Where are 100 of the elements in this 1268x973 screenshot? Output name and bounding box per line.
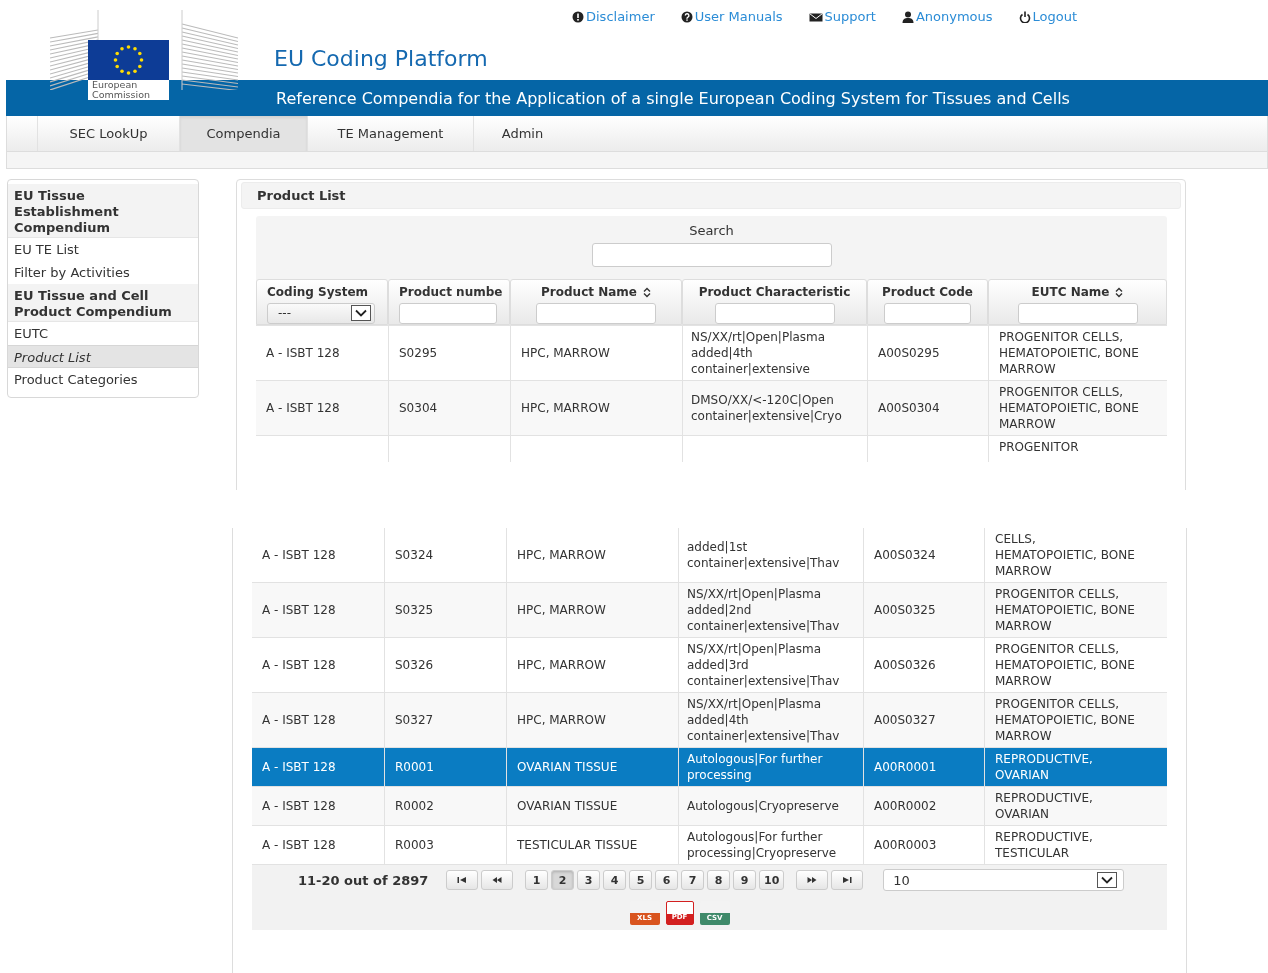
table-cell: PROGENITOR CELLS, HEMATOPOIETIC, BONE MARROW (999, 384, 1139, 432)
table-cell: A00S0327 (874, 712, 936, 728)
page-button[interactable]: 4 (603, 870, 626, 890)
search-field[interactable] (591, 243, 832, 267)
page-button[interactable]: 1 (525, 870, 548, 890)
power-icon (1018, 10, 1031, 23)
column-label: Product Code (882, 285, 973, 299)
page-button[interactable]: 8 (707, 870, 730, 890)
top-link[interactable]: Logout (1018, 5, 1078, 28)
table-cell-text: NS/XX/rt|Open|Plasma added|4th container|extensive (691, 329, 827, 377)
table-row[interactable]: A - ISBT 128 S0325 HPC, MARROW NS/XX/rt|Open|Plasma added|2nd container|extensive|Thav A00S0325 PROGENITOR CELLS, HEMATOPOIETIC, BONE MARROW (252, 582, 1167, 637)
table-cell: A - ISBT 128 (262, 759, 336, 775)
logo-text: Commission (92, 89, 150, 99)
column-label: Product Name (541, 285, 637, 299)
page-summary: 11-20 out of 2897 (298, 872, 430, 888)
table-cell: PROGENITOR CELLS, HEMATOPOIETIC, BONE MARROW (999, 329, 1139, 377)
table-row[interactable]: A - ISBT 128 S0327 HPC, MARROW NS/XX/rt|Open|Plasma added|4th container|extensive|Thav A00S0327 PROGENITOR CELLS, HEMATOPOIETIC, BONE MARROW (252, 692, 1167, 747)
table-cell-text: REPRODUCTIVE, TESTICULAR (995, 829, 1094, 861)
table-cell: OVARIAN TISSUE (517, 798, 618, 814)
top-link[interactable]: Disclaimer (572, 5, 655, 28)
logo-text: European (92, 80, 138, 90)
table-row[interactable]: A - ISBT 128 S0326 HPC, MARROW NS/XX/rt|Open|Plasma added|3rd container|extensive|Thav A00S0326 PROGENITOR CELLS, HEMATOPOIETIC, BONE MARROW (252, 637, 1167, 692)
filter-select[interactable]: --- (267, 302, 375, 324)
sidebar-heading: EU Tissue Establishment Compendium (8, 184, 198, 238)
column-label: Coding System (267, 284, 369, 299)
table-cell: A00S0295 (878, 345, 940, 361)
table-cell: HPC, MARROW (521, 400, 610, 416)
filter-field[interactable] (884, 303, 971, 324)
first-page-icon (457, 876, 467, 884)
previous-page-button[interactable] (481, 870, 513, 890)
table-cell-text: added|1st container|extensive|Thav (687, 539, 841, 571)
table-cell: S0325 (395, 602, 434, 618)
sort-icon[interactable] (1115, 286, 1124, 298)
table-cell: OVARIAN TISSUE (517, 759, 618, 775)
next-page-button[interactable] (796, 870, 829, 890)
table-cell-text: NS/XX/rt|Open|Plasma added|3rd container|extensive|Thav (687, 641, 841, 689)
sidebar-item[interactable]: Product List (8, 345, 198, 368)
page-button[interactable]: 6 (655, 870, 678, 890)
help-icon (680, 10, 693, 23)
page-button[interactable]: 2 (551, 870, 574, 890)
filter-field[interactable] (536, 303, 656, 324)
table-cell-text: Autologous|For further processing|Cryopreserve (687, 829, 838, 861)
table-row[interactable]: A - ISBT 128 S0304 HPC, MARROW DMSO/XX/<-120C|Open container|extensive|Cryo A00S0304 PROGENITOR CELLS, HEMATOPOIETIC, BONE MARROW (256, 380, 1167, 435)
nav-tab[interactable]: TE Management (307, 116, 473, 151)
table-cell: HPC, MARROW (517, 712, 606, 728)
table-cell-text: REPRODUCTIVE, OVARIAN (995, 751, 1094, 783)
table-cell: A - ISBT 128 (262, 712, 336, 728)
table-cell: PROGENITOR CELLS, HEMATOPOIETIC, BONE MARROW (995, 586, 1135, 634)
table-cell: A - ISBT 128 (262, 602, 336, 618)
filter-field[interactable] (399, 303, 497, 324)
sidebar-item[interactable]: EUTC (8, 322, 198, 345)
table-cell: S0304 (399, 400, 438, 416)
table-cell: A00S0324 (874, 547, 936, 563)
table-cell: PROGENITOR (999, 439, 1079, 455)
table-cell: R0003 (395, 837, 434, 853)
site-subtitle: Reference Compendia for the Application of a single European Coding System for Tissues and Cells (276, 88, 1070, 108)
page-button[interactable]: 10 (759, 870, 785, 890)
table-cell: PROGENITOR CELLS, HEMATOPOIETIC, BONE MARROW (995, 696, 1135, 744)
top-link[interactable]: Support (808, 5, 876, 28)
sort-icon[interactable] (642, 286, 651, 298)
previous-page-icon (492, 876, 502, 884)
table-row[interactable]: PROGENITOR (256, 435, 1167, 462)
table-row[interactable]: A - ISBT 128 S0295 HPC, MARROW NS/XX/rt|Open|Plasma added|4th container|extensive A00S0295 PROGENITOR CELLS, HEMATOPOIETIC, BONE MARROW (256, 325, 1167, 380)
table-cell: S0326 (395, 657, 434, 673)
first-page-button[interactable] (446, 870, 478, 890)
nav-tab[interactable]: Compendia (179, 116, 307, 151)
top-link[interactable]: Anonymous (901, 5, 993, 28)
page-button[interactable]: 5 (629, 870, 652, 890)
nav-tab[interactable]: Admin (473, 116, 571, 151)
sidebar-item[interactable]: Product Categories (8, 368, 198, 391)
top-link[interactable]: User Manuals (680, 5, 783, 28)
filter-field[interactable] (714, 303, 835, 324)
table-cell-text: DMSO/XX/<-120C|Open container|extensive|Cryo (691, 392, 843, 424)
page-size-select[interactable]: 10 (883, 869, 1125, 891)
table-cell: Autologous|Cryopreserve (687, 798, 839, 814)
table-cell: HPC, MARROW (517, 547, 606, 563)
alert-icon (572, 10, 584, 23)
table-cell: A00S0325 (874, 602, 936, 618)
page-button[interactable]: 3 (577, 870, 600, 890)
table-cell-text: NS/XX/rt|Open|Plasma added|2nd container|extensive|Thav (687, 586, 841, 634)
last-page-button[interactable] (831, 870, 864, 890)
table-cell: S0324 (395, 547, 434, 563)
table-cell-text: NS/XX/rt|Open|Plasma added|4th container|extensive|Thav (687, 696, 841, 744)
table-row[interactable]: A - ISBT 128 R0001 OVARIAN TISSUE Autologous|For further processing A00R0001 REPRODUCTIVE, OVARIAN (252, 747, 1167, 786)
filter-field[interactable] (1017, 303, 1138, 324)
page-button[interactable]: 9 (733, 870, 756, 890)
table-cell: HPC, MARROW (517, 657, 606, 673)
table-cell: TESTICULAR TISSUE (517, 837, 638, 853)
table-cell: A - ISBT 128 (262, 547, 336, 563)
table-row[interactable]: A - ISBT 128 R0003 TESTICULAR TISSUE Autologous|For further processing|Cryopreserve A00R0003 REPRODUCTIVE, TESTICULAR (252, 825, 1167, 864)
chevron-down-icon (1097, 872, 1118, 888)
page-button[interactable]: 7 (681, 870, 704, 890)
table-cell: HPC, MARROW (517, 602, 606, 618)
sidebar-item[interactable]: Filter by Activities (8, 261, 198, 284)
column-label: Product numbe (399, 285, 503, 299)
sidebar-item[interactable]: EU TE List (8, 238, 198, 261)
table-cell: A00R0001 (874, 759, 937, 775)
table-row[interactable]: A - ISBT 128 R0002 OVARIAN TISSUE Autologous|Cryopreserve A00R0002 REPRODUCTIVE, OVARIAN (252, 786, 1167, 825)
table-cell: R0001 (395, 759, 434, 775)
table-cell: HPC, MARROW (521, 345, 610, 361)
